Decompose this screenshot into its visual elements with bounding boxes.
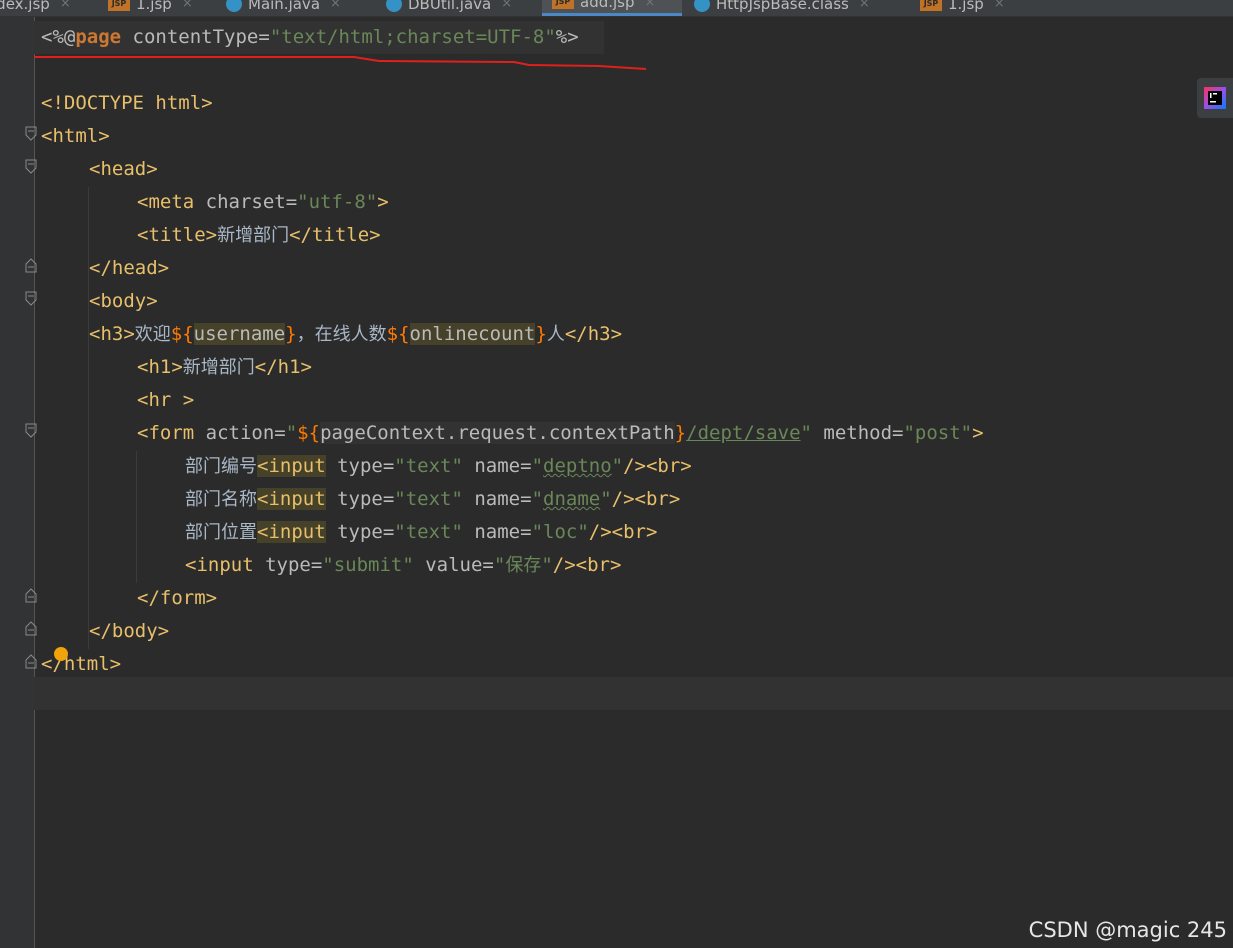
code-line-10[interactable]: <h3>欢迎${username}，在线人数${onlinecount}人</h…: [89, 318, 622, 351]
code-line-9[interactable]: <body>: [89, 285, 158, 318]
close-icon[interactable]: ×: [645, 0, 656, 10]
code-editor[interactable]: <%@page contentType="text/html;charset=U…: [34, 17, 1233, 948]
code-line-1[interactable]: <%@page contentType="text/html;charset=U…: [41, 21, 579, 54]
tab-add-jsp[interactable]: JSP add.jsp ×: [542, 0, 682, 16]
java-class-icon: [386, 0, 402, 12]
code-line-11[interactable]: <h1>新增部门</h1>: [137, 351, 312, 384]
code-line-20[interactable]: </html>: [41, 648, 121, 681]
close-icon[interactable]: ×: [994, 0, 1005, 11]
java-class-icon: [226, 0, 242, 12]
tab-label: 1.jsp: [948, 0, 984, 13]
jsp-file-icon: JSP: [108, 0, 130, 11]
code-line-7[interactable]: <title>新增部门</title>: [137, 219, 381, 252]
tab-dbutil-java[interactable]: DBUtil.java ×: [386, 0, 512, 16]
tab-label: idex.jsp: [0, 0, 50, 13]
code-line-6[interactable]: <meta charset="utf-8">: [137, 186, 389, 219]
close-icon[interactable]: ×: [60, 0, 71, 11]
close-icon[interactable]: ×: [182, 0, 193, 11]
indent-guide: [136, 451, 137, 583]
code-line-15[interactable]: 部门名称<input type="text" name="dname"/><br…: [185, 483, 680, 516]
csdn-watermark: CSDN @magic 245: [1028, 918, 1227, 942]
tab-1-jsp[interactable]: JSP 1.jsp ×: [108, 0, 193, 16]
code-line-4[interactable]: <html>: [41, 120, 110, 153]
close-icon[interactable]: ×: [330, 0, 341, 11]
jsp-file-icon: JSP: [920, 0, 942, 11]
tab-label: Main.java: [248, 0, 321, 13]
code-line-3[interactable]: <!DOCTYPE html>: [41, 87, 213, 120]
code-line-5[interactable]: <head>: [89, 153, 158, 186]
close-icon[interactable]: ×: [501, 0, 512, 11]
editor-tab-bar: idex.jsp × JSP 1.jsp × Main.java × DBUti…: [0, 0, 1233, 17]
class-file-icon: [694, 0, 710, 12]
tab-main-java[interactable]: Main.java ×: [226, 0, 341, 16]
tab-index-jsp[interactable]: idex.jsp ×: [0, 0, 71, 16]
tab-httpjspbase-class[interactable]: HttpJspBase.class ×: [694, 0, 870, 16]
jsp-file-icon: JSP: [552, 0, 574, 9]
code-line-12[interactable]: <hr >: [137, 384, 194, 417]
code-line-13[interactable]: <form action="${pageContext.request.cont…: [137, 417, 984, 450]
tab-label: HttpJspBase.class: [716, 0, 849, 13]
code-line-16[interactable]: 部门位置<input type="text" name="loc"/><br>: [185, 516, 657, 549]
code-line-17[interactable]: <input type="submit" value="保存"/><br>: [185, 549, 621, 582]
close-icon[interactable]: ×: [859, 0, 870, 11]
tab-1-jsp-2[interactable]: JSP 1.jsp ×: [920, 0, 1005, 16]
lightbulb-icon[interactable]: [54, 647, 68, 661]
tab-label: 1.jsp: [136, 0, 172, 13]
intellij-icon[interactable]: [1197, 78, 1233, 118]
tab-label: DBUtil.java: [408, 0, 492, 13]
code-line-14[interactable]: 部门编号<input type="text" name="deptno"/><b…: [185, 450, 692, 483]
code-line-8[interactable]: </head>: [89, 252, 169, 285]
editor-gutter: [0, 17, 35, 948]
red-underline-annotation: [34, 56, 647, 70]
tab-label: add.jsp: [580, 0, 635, 11]
code-line-18[interactable]: </form>: [137, 582, 217, 615]
code-line-19[interactable]: </body>: [89, 615, 169, 648]
current-line-highlight: [34, 677, 1233, 710]
